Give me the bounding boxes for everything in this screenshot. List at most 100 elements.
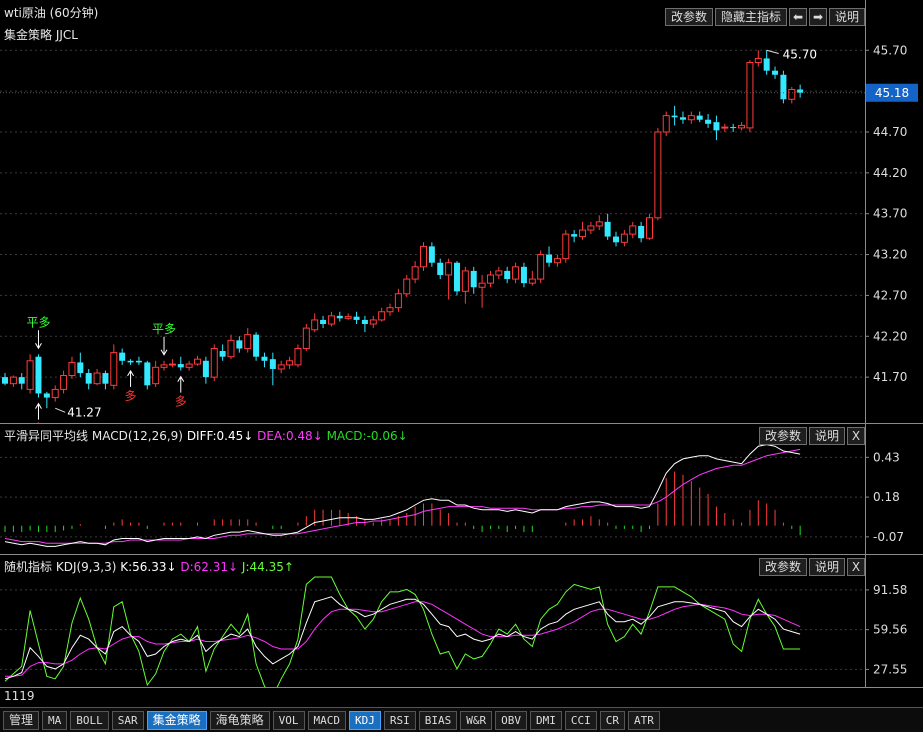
kdj-change-params-button[interactable]: 改参数 (758, 558, 807, 576)
macd-close-icon[interactable]: X (847, 427, 865, 445)
candle-body-down (127, 360, 134, 363)
candle-body-down (77, 362, 84, 374)
candle-body-down (269, 359, 276, 369)
kdj-panel: 91.58 59.56 27.55 随机指标 KDJ(9,3,3) K:56.33↓… (0, 554, 923, 688)
candle-body-down (470, 270, 477, 288)
candle-body-up (394, 293, 402, 309)
candle-body-up (461, 270, 469, 292)
candle-body-down (671, 115, 678, 118)
macd-macd-value: MACD:-0.06↓ (326, 429, 408, 443)
candle-body-up (654, 131, 662, 219)
strategy-subtitle: 集金策略 JJCL (4, 28, 78, 42)
tab-obv[interactable]: OBV (495, 710, 528, 730)
candle-body-up (595, 221, 603, 227)
price-tick-label: 43.70 (873, 207, 907, 221)
signal-arrow-up (177, 375, 185, 393)
kdj-k-value: K:56.33↓ (120, 560, 177, 574)
candle-body-up (344, 316, 352, 319)
tab-kdj[interactable]: KDJ (349, 710, 381, 730)
candle-body-down (261, 356, 268, 361)
signal-arrow-up (35, 402, 42, 420)
help-button[interactable]: 说明 (828, 8, 865, 26)
hide-main-indicator-button[interactable]: 隐藏主指标 (714, 8, 787, 26)
candle-body-down (638, 225, 645, 239)
price-tick-label: 44.20 (873, 166, 907, 180)
candle-body-down (453, 262, 460, 292)
candle-body-up (302, 327, 310, 350)
candle-body-down (428, 246, 435, 263)
tab-sar[interactable]: SAR (111, 710, 144, 730)
candle-body-down (102, 373, 109, 384)
candle-body-up (369, 319, 377, 325)
price-tick-label: 42.70 (873, 288, 907, 302)
candle-body-down (705, 119, 712, 124)
candle-body-up (294, 348, 302, 366)
j-line (4, 576, 801, 687)
candle-body-up (721, 126, 729, 129)
d-line (5, 601, 801, 677)
price-tick-label: 44.70 (873, 125, 907, 139)
signal-long-label: 多 (125, 389, 137, 403)
tab-turtle-strategy[interactable]: 海龟策略 (209, 710, 270, 730)
arrow-left-icon[interactable]: ⬅ (788, 8, 807, 26)
tab-wr[interactable]: W&R (460, 710, 493, 730)
candle-body-down (730, 127, 737, 129)
price-panel: 45.7045.2044.7044.2043.7043.2042.7042.20… (0, 0, 923, 424)
tab-rsi[interactable]: RSI (383, 710, 416, 730)
signal-arrow-up (127, 369, 134, 387)
candle-body-up (60, 375, 68, 390)
kdj-help-button[interactable]: 说明 (808, 558, 845, 576)
candle-body-down (679, 117, 686, 120)
candle-body-up (537, 254, 545, 280)
macd-change-params-button[interactable]: 改参数 (758, 427, 807, 445)
price-chart[interactable]: 45.7045.2044.7044.2043.7043.2042.7042.20… (0, 0, 923, 423)
tab-macd[interactable]: MACD (307, 710, 347, 730)
candle-body-down (780, 74, 787, 100)
tab-cr[interactable]: CR (599, 710, 626, 730)
candle-body-up (738, 124, 746, 129)
candle-body-up (662, 115, 670, 133)
candle-body-up (277, 364, 285, 370)
kdj-close-icon[interactable]: X (847, 558, 865, 576)
tab-ma[interactable]: MA (42, 710, 68, 730)
tab-vol[interactable]: VOL (272, 710, 305, 730)
candle-body-down (119, 352, 126, 361)
macd-name: 平滑异同平均线 (4, 429, 89, 443)
low-price-label: 41.27 (67, 405, 101, 419)
signal-long-label: 多 (175, 395, 187, 409)
tab-dmi[interactable]: DMI (530, 710, 562, 730)
macd-params: MACD(12,26,9) (91, 429, 183, 443)
candle-body-down (336, 315, 343, 319)
change-params-button[interactable]: 改参数 (664, 8, 713, 26)
kdj-tick-label: 91.58 (873, 583, 907, 597)
tab-jijin-strategy[interactable]: 集金策略 (146, 710, 207, 730)
candle-body-down (144, 362, 151, 386)
tab-bias[interactable]: BIAS (418, 710, 458, 730)
tab-boll[interactable]: BOLL (70, 710, 109, 730)
tab-cci[interactable]: CCI (564, 710, 597, 730)
candle-body-up (327, 315, 335, 325)
candle-body-down (43, 393, 50, 398)
candle-body-down (763, 58, 770, 71)
tab-manage[interactable]: 管理 (3, 710, 40, 730)
macd-help-button[interactable]: 说明 (808, 427, 845, 445)
candle-body-up (286, 360, 294, 366)
tab-atr[interactable]: ATR (628, 710, 660, 730)
high-price-label: 45.70 (783, 47, 817, 61)
candle-body-up (579, 229, 587, 238)
candle-body-up (620, 233, 628, 243)
candle-body-up (194, 358, 202, 365)
candle-body-down (177, 364, 184, 368)
candle-body-down (520, 266, 527, 284)
candle-body-up (68, 361, 76, 377)
candle-body-down (2, 377, 8, 384)
candle-body-up (93, 372, 101, 385)
price-tick-label: 45.70 (873, 43, 907, 57)
signal-exit-long-label: 平多 (26, 315, 50, 329)
candle-body-up (210, 348, 218, 378)
candle-body-down (504, 270, 511, 280)
kdj-name: 随机指标 (4, 560, 53, 574)
candle-body-up (168, 363, 176, 366)
arrow-right-icon[interactable]: ➡ (808, 8, 827, 26)
price-tick-label: 41.70 (873, 370, 907, 384)
